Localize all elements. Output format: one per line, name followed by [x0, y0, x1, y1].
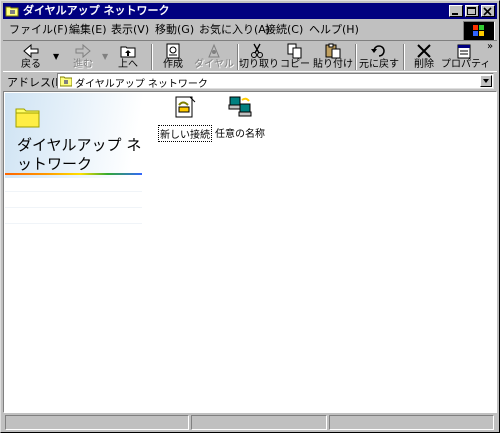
- copy-icon: [287, 43, 302, 59]
- back-label: 戻る: [21, 59, 41, 70]
- minimize-button[interactable]: [449, 5, 463, 17]
- cut-label: 切り取り: [239, 59, 279, 70]
- toolbar: 戻る ▼ 進む ▼ 上へ 作成 ダイヤル 切り取り コピー 貼り付け 元に戻す …: [3, 40, 497, 72]
- content-area[interactable]: ダイヤルアップ ネットワーク 新しい接続 任意の名称: [3, 91, 497, 413]
- menu-edit[interactable]: 編集(E): [69, 22, 107, 38]
- paste-label: 貼り付け: [313, 59, 353, 70]
- maximize-button[interactable]: [465, 5, 479, 17]
- address-value: ダイヤルアップ ネットワーク: [75, 79, 208, 90]
- new-connection-icon: [175, 96, 196, 118]
- forward-arrow-icon: [75, 43, 91, 59]
- maximize-icon: [467, 7, 476, 15]
- dialup-folder-icon: [60, 76, 72, 87]
- webview-divider: [5, 173, 142, 175]
- dial-icon: [208, 43, 220, 58]
- cut-button[interactable]: 切り取り: [239, 42, 279, 72]
- webview-title: ダイヤルアップ ネットワーク: [17, 136, 142, 173]
- toolbar-overflow-icon[interactable]: »: [487, 41, 493, 52]
- minimize-icon: [452, 13, 458, 15]
- title-bar[interactable]: ダイヤルアップ ネットワーク: [3, 3, 497, 19]
- back-dropdown-icon[interactable]: ▼: [53, 52, 59, 61]
- copy-label: コピー: [280, 59, 310, 70]
- forward-dropdown-icon[interactable]: ▼: [102, 52, 108, 61]
- copy-button[interactable]: コピー: [277, 42, 313, 72]
- forward-button[interactable]: 進む: [61, 42, 105, 72]
- paste-button[interactable]: 貼り付け: [313, 42, 353, 72]
- delete-icon: [417, 44, 431, 58]
- up-label: 上へ: [118, 59, 138, 70]
- explorer-window: ダイヤルアップ ネットワーク ファイル(F) 編集(E) 表示(V) 移動(G)…: [0, 0, 500, 433]
- up-button[interactable]: 上へ: [109, 42, 147, 72]
- properties-label: プロパティ: [441, 59, 491, 70]
- connection-icon: [228, 96, 252, 117]
- undo-icon: [371, 45, 385, 57]
- address-dropdown-button[interactable]: [480, 75, 492, 87]
- toolbar-separator: [403, 44, 405, 70]
- create-label: 作成: [163, 59, 183, 70]
- undo-button[interactable]: 元に戻す: [357, 42, 401, 72]
- menu-help[interactable]: ヘルプ(H): [309, 22, 359, 38]
- create-button[interactable]: 作成: [155, 42, 191, 72]
- delete-label: 削除: [414, 59, 434, 70]
- close-icon: [483, 7, 492, 16]
- create-icon: [166, 43, 180, 59]
- dial-button[interactable]: ダイヤル: [193, 42, 235, 72]
- cut-icon: [251, 43, 263, 58]
- dial-label: ダイヤル: [194, 59, 234, 70]
- status-bar: [3, 414, 497, 431]
- dialup-folder-icon[interactable]: [5, 4, 19, 17]
- menu-favorites[interactable]: お気に入り(A): [199, 22, 270, 38]
- delete-button[interactable]: 削除: [407, 42, 441, 72]
- up-folder-icon: [120, 46, 136, 58]
- menu-connect[interactable]: 接続(C): [265, 22, 303, 38]
- connection-item[interactable]: 任意の名称: [210, 95, 270, 140]
- paste-icon: [325, 43, 341, 59]
- windows-logo: [463, 21, 495, 41]
- menu-file[interactable]: ファイル(F): [9, 22, 68, 38]
- properties-icon: [457, 44, 471, 59]
- connection-label: 任意の名称: [215, 129, 265, 140]
- properties-button[interactable]: プロパティ: [441, 42, 491, 72]
- status-pane-2: [191, 415, 327, 430]
- back-arrow-icon: [23, 43, 39, 59]
- close-button[interactable]: [481, 5, 495, 17]
- address-field[interactable]: ダイヤルアップ ネットワーク: [57, 73, 494, 90]
- new-connection-item[interactable]: 新しい接続: [155, 95, 215, 142]
- webview-panel: ダイヤルアップ ネットワーク: [5, 93, 145, 413]
- status-pane-1: [5, 415, 189, 430]
- menu-view[interactable]: 表示(V): [111, 22, 149, 38]
- chevron-down-icon: [483, 79, 489, 83]
- status-pane-3: [329, 415, 494, 430]
- window-title: ダイヤルアップ ネットワーク: [23, 4, 170, 17]
- folder-icon: [15, 108, 40, 128]
- menu-bar: ファイル(F) 編集(E) 表示(V) 移動(G) お気に入り(A) 接続(C)…: [3, 20, 497, 41]
- undo-label: 元に戻す: [359, 59, 399, 70]
- forward-label: 進む: [73, 59, 93, 70]
- new-connection-label: 新しい接続: [158, 125, 212, 142]
- back-button[interactable]: 戻る: [7, 42, 55, 72]
- address-bar: アドレス(D) ダイヤルアップ ネットワーク: [3, 72, 497, 90]
- toolbar-separator: [151, 44, 153, 70]
- menu-go[interactable]: 移動(G): [155, 22, 194, 38]
